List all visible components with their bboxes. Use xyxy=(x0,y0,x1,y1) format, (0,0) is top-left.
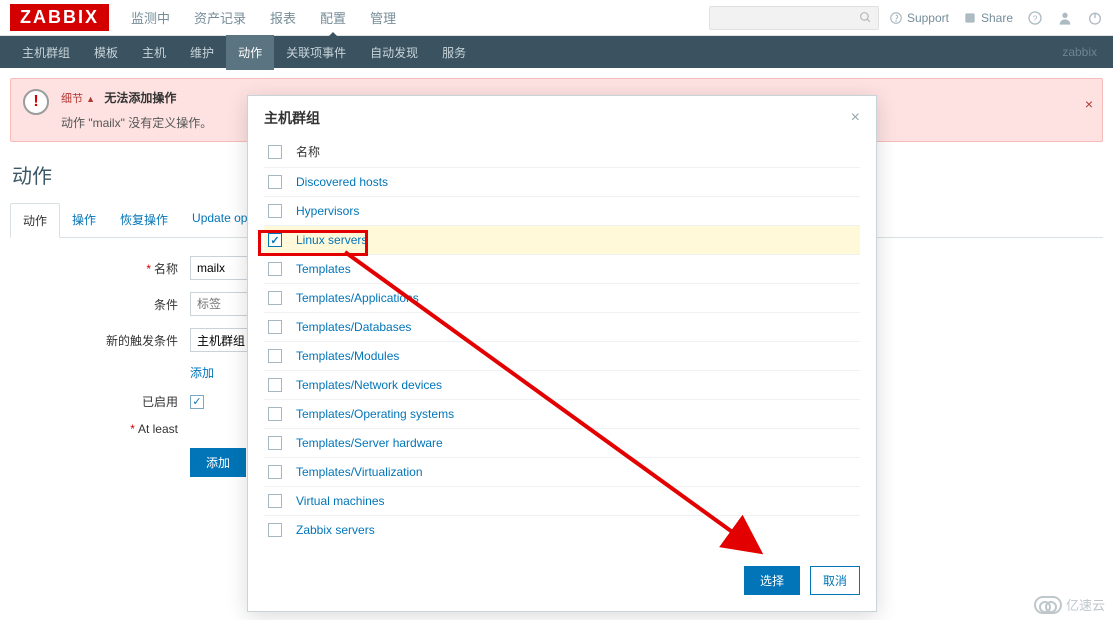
select-all-checkbox[interactable] xyxy=(268,145,282,159)
top-right: Support Share ? xyxy=(889,10,1103,26)
checkbox[interactable] xyxy=(268,436,282,450)
enabled-checkbox[interactable]: ✓ xyxy=(190,395,204,409)
watermark-text: 亿速云 xyxy=(1066,595,1105,614)
search-icon xyxy=(859,11,872,24)
subnav-item-6[interactable]: 自动发现 xyxy=(358,35,430,70)
svg-text:?: ? xyxy=(1033,13,1038,23)
item-label: Templates/Network devices xyxy=(296,378,442,392)
list-item[interactable]: Templates/Operating systems xyxy=(264,399,860,428)
item-label: Templates xyxy=(296,262,351,276)
hostgroup-modal: 主机群组 × 名称 Discovered hosts Hypervisors L… xyxy=(247,95,877,612)
topnav-item-2[interactable]: 报表 xyxy=(258,0,308,37)
list-item[interactable]: Linux servers xyxy=(264,225,860,254)
checkbox[interactable] xyxy=(268,523,282,537)
item-label: Templates/Virtualization xyxy=(296,465,423,479)
modal-title: 主机群组 xyxy=(264,108,320,128)
list-item[interactable]: Zabbix servers xyxy=(264,515,860,544)
list-item[interactable]: Discovered hosts xyxy=(264,167,860,196)
checkbox[interactable] xyxy=(268,320,282,334)
checkbox[interactable] xyxy=(268,407,282,421)
user-icon[interactable] xyxy=(1057,10,1073,26)
checkbox[interactable] xyxy=(268,349,282,363)
item-label: Templates/Server hardware xyxy=(296,436,443,450)
item-label: Templates/Modules xyxy=(296,349,399,363)
modal-list: 名称 Discovered hosts Hypervisors Linux se… xyxy=(248,136,876,554)
search-input[interactable] xyxy=(709,6,879,30)
tab-action[interactable]: 动作 xyxy=(10,203,60,238)
atleast-label: *At least xyxy=(10,422,190,436)
top-nav: ZABBIX 监测中 资产记录 报表 配置 管理 Support Share ? xyxy=(0,0,1113,36)
list-item[interactable]: Templates/Server hardware xyxy=(264,428,860,457)
subnav-item-1[interactable]: 模板 xyxy=(82,35,130,70)
subnav-item-3[interactable]: 维护 xyxy=(178,35,226,70)
watermark: 亿速云 xyxy=(1034,595,1105,614)
help-icon[interactable]: ? xyxy=(1027,10,1043,26)
list-item[interactable]: Hypervisors xyxy=(264,196,860,225)
list-header: 名称 xyxy=(264,136,860,167)
subnav-brand: zabbix xyxy=(1062,45,1103,59)
alert-details-toggle[interactable]: 细节 ▲ xyxy=(61,93,95,105)
item-label: Discovered hosts xyxy=(296,175,388,189)
close-icon[interactable]: × xyxy=(851,109,860,127)
checkbox[interactable] xyxy=(268,262,282,276)
item-label: Linux servers xyxy=(296,233,367,247)
item-label: Virtual machines xyxy=(296,494,385,508)
watermark-icon xyxy=(1034,596,1062,614)
subnav-item-5[interactable]: 关联项事件 xyxy=(274,35,358,70)
checkbox[interactable] xyxy=(268,465,282,479)
alert-message: 动作 "mailx" 没有定义操作。 xyxy=(61,114,212,131)
list-item[interactable]: Templates/Virtualization xyxy=(264,457,860,486)
share-label: Share xyxy=(981,11,1013,25)
checkbox[interactable] xyxy=(268,204,282,218)
support-link[interactable]: Support xyxy=(889,11,949,25)
topnav-item-1[interactable]: 资产记录 xyxy=(182,0,258,37)
add-condition-link[interactable]: 添加 xyxy=(190,364,214,381)
tab-recovery[interactable]: 恢复操作 xyxy=(108,203,180,237)
list-item[interactable]: Templates/Modules xyxy=(264,341,860,370)
subnav-item-0[interactable]: 主机群组 xyxy=(10,35,82,70)
enabled-label: 已启用 xyxy=(10,393,190,410)
alert-title: 无法添加操作 xyxy=(104,91,176,105)
logo[interactable]: ZABBIX xyxy=(10,4,109,31)
item-label: Templates/Databases xyxy=(296,320,411,334)
checkbox[interactable] xyxy=(268,233,282,247)
topnav-item-3[interactable]: 配置 xyxy=(308,0,358,37)
list-item[interactable]: Templates/Network devices xyxy=(264,370,860,399)
checkbox[interactable] xyxy=(268,291,282,305)
support-icon xyxy=(889,11,903,25)
power-icon[interactable] xyxy=(1087,10,1103,26)
header-label: 名称 xyxy=(296,143,320,160)
alert-icon: ! xyxy=(23,89,49,115)
subnav-item-7[interactable]: 服务 xyxy=(430,35,478,70)
item-label: Hypervisors xyxy=(296,204,359,218)
newcond-label: 新的触发条件 xyxy=(10,332,190,349)
share-link[interactable]: Share xyxy=(963,11,1013,25)
submit-button[interactable]: 添加 xyxy=(190,448,246,477)
share-icon xyxy=(963,11,977,25)
name-label: *名称 xyxy=(10,260,190,277)
close-icon[interactable]: × xyxy=(1085,96,1093,112)
tab-operations[interactable]: 操作 xyxy=(60,203,108,237)
top-menu: 监测中 资产记录 报表 配置 管理 xyxy=(119,0,408,37)
support-label: Support xyxy=(907,11,949,25)
sub-nav: 主机群组 模板 主机 维护 动作 关联项事件 自动发现 服务 zabbix xyxy=(0,36,1113,68)
list-item[interactable]: Templates/Databases xyxy=(264,312,860,341)
subnav-item-2[interactable]: 主机 xyxy=(130,35,178,70)
item-label: Templates/Operating systems xyxy=(296,407,454,421)
item-label: Zabbix servers xyxy=(296,523,375,537)
topnav-item-4[interactable]: 管理 xyxy=(358,0,408,37)
subnav-item-4[interactable]: 动作 xyxy=(226,35,274,70)
checkbox[interactable] xyxy=(268,494,282,508)
select-button[interactable]: 选择 xyxy=(744,566,800,595)
cancel-button[interactable]: 取消 xyxy=(810,566,860,595)
cond-label: 条件 xyxy=(10,296,190,313)
topnav-item-0[interactable]: 监测中 xyxy=(119,0,182,37)
list-item[interactable]: Templates/Applications xyxy=(264,283,860,312)
item-label: Templates/Applications xyxy=(296,291,419,305)
list-item[interactable]: Templates xyxy=(264,254,860,283)
checkbox[interactable] xyxy=(268,175,282,189)
checkbox[interactable] xyxy=(268,378,282,392)
list-item[interactable]: Virtual machines xyxy=(264,486,860,515)
